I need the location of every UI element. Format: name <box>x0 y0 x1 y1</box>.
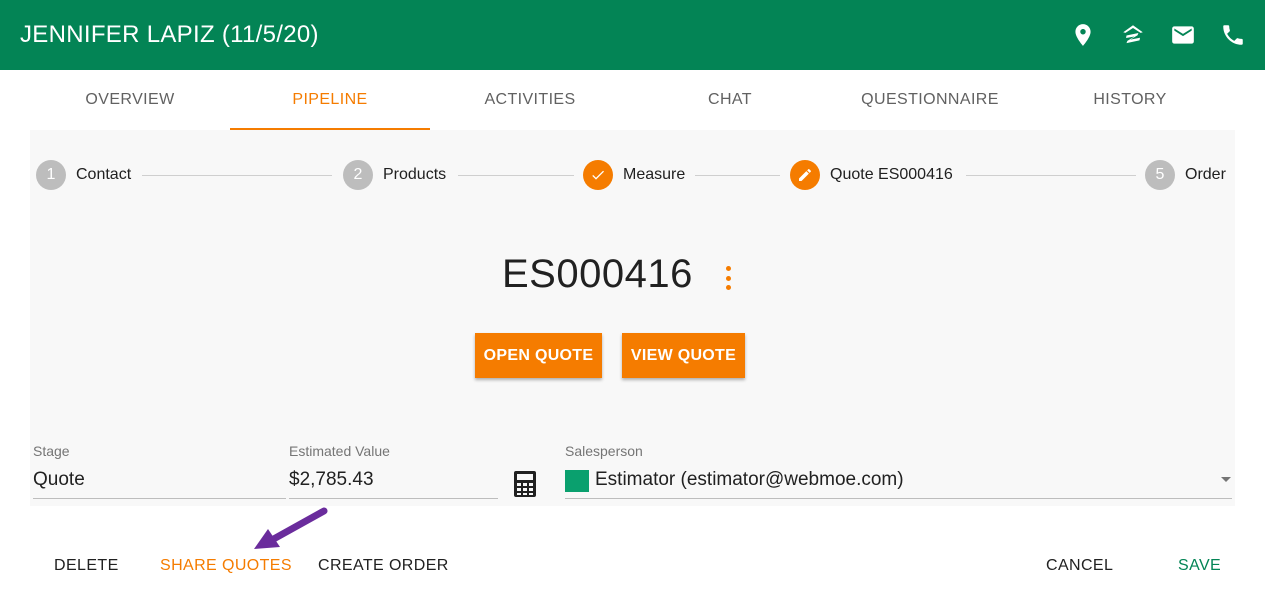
step-label: Contact <box>76 166 132 183</box>
phone-icon[interactable] <box>1215 17 1251 53</box>
step-order[interactable]: 5 Order <box>1145 160 1226 190</box>
pipeline-panel: 1 Contact 2 Products Measure Quote ES000… <box>30 130 1235 506</box>
step-quote[interactable]: Quote ES000416 <box>790 160 953 190</box>
pipeline-dialog: JENNIFER LAPIZ (11/5/20) OVERVIEW PIPELI… <box>0 0 1265 599</box>
step-number: 2 <box>343 160 373 190</box>
tab-overview[interactable]: OVERVIEW <box>30 70 230 130</box>
stepper-connector <box>966 175 1136 176</box>
salesperson-select[interactable]: Estimator (estimator@webmoe.com) <box>595 469 904 491</box>
zillow-icon[interactable] <box>1115 17 1151 53</box>
delete-button[interactable]: DELETE <box>54 557 119 575</box>
annotation-arrow-icon <box>254 507 328 549</box>
open-quote-button[interactable]: OPEN QUOTE <box>475 333 602 378</box>
mail-icon[interactable] <box>1165 17 1201 53</box>
more-vert-icon[interactable] <box>718 263 738 293</box>
calculator-icon[interactable] <box>513 470 537 498</box>
quote-number: ES000416 <box>502 252 693 296</box>
header-bar: JENNIFER LAPIZ (11/5/20) <box>0 0 1265 70</box>
stepper-connector <box>458 175 574 176</box>
salesperson-underline <box>565 498 1232 499</box>
tab-bar: OVERVIEW PIPELINE ACTIVITIES CHAT QUESTI… <box>30 70 1230 130</box>
step-label: Quote ES000416 <box>830 166 953 183</box>
stage-label: Stage <box>33 443 70 459</box>
save-button[interactable]: SAVE <box>1178 557 1221 575</box>
tab-pipeline[interactable]: PIPELINE <box>230 70 430 130</box>
tab-history[interactable]: HISTORY <box>1030 70 1230 130</box>
step-label: Order <box>1185 166 1226 183</box>
tab-activities[interactable]: ACTIVITIES <box>430 70 630 130</box>
estimated-value-label: Estimated Value <box>289 443 390 459</box>
create-order-button[interactable]: CREATE ORDER <box>318 557 449 575</box>
estimated-value-underline <box>289 498 498 499</box>
header-actions <box>1065 0 1251 70</box>
tab-chat[interactable]: CHAT <box>630 70 830 130</box>
step-label: Measure <box>623 166 686 183</box>
stage-field[interactable]: Quote <box>33 469 85 491</box>
share-quotes-button[interactable]: SHARE QUOTES <box>160 557 292 575</box>
check-icon <box>583 160 613 190</box>
chevron-down-icon[interactable] <box>1221 477 1231 482</box>
stage-underline <box>33 498 286 499</box>
stepper-connector <box>142 175 332 176</box>
step-number: 5 <box>1145 160 1175 190</box>
salesperson-color-swatch <box>565 470 589 492</box>
tab-questionnaire[interactable]: QUESTIONNAIRE <box>830 70 1030 130</box>
step-number: 1 <box>36 160 66 190</box>
stepper-connector <box>695 175 780 176</box>
pipeline-stepper: 1 Contact 2 Products Measure Quote ES000… <box>30 158 1235 192</box>
page-title: JENNIFER LAPIZ (11/5/20) <box>20 21 319 48</box>
view-quote-button[interactable]: VIEW QUOTE <box>622 333 745 378</box>
location-pin-icon[interactable] <box>1065 17 1101 53</box>
cancel-button[interactable]: CANCEL <box>1046 557 1113 575</box>
step-label: Products <box>383 166 447 183</box>
step-contact[interactable]: 1 Contact <box>36 160 131 190</box>
salesperson-label: Salesperson <box>565 443 643 459</box>
estimated-value-field[interactable]: $2,785.43 <box>289 469 374 491</box>
step-products[interactable]: 2 Products <box>343 160 446 190</box>
step-measure[interactable]: Measure <box>583 160 685 190</box>
pencil-icon <box>790 160 820 190</box>
